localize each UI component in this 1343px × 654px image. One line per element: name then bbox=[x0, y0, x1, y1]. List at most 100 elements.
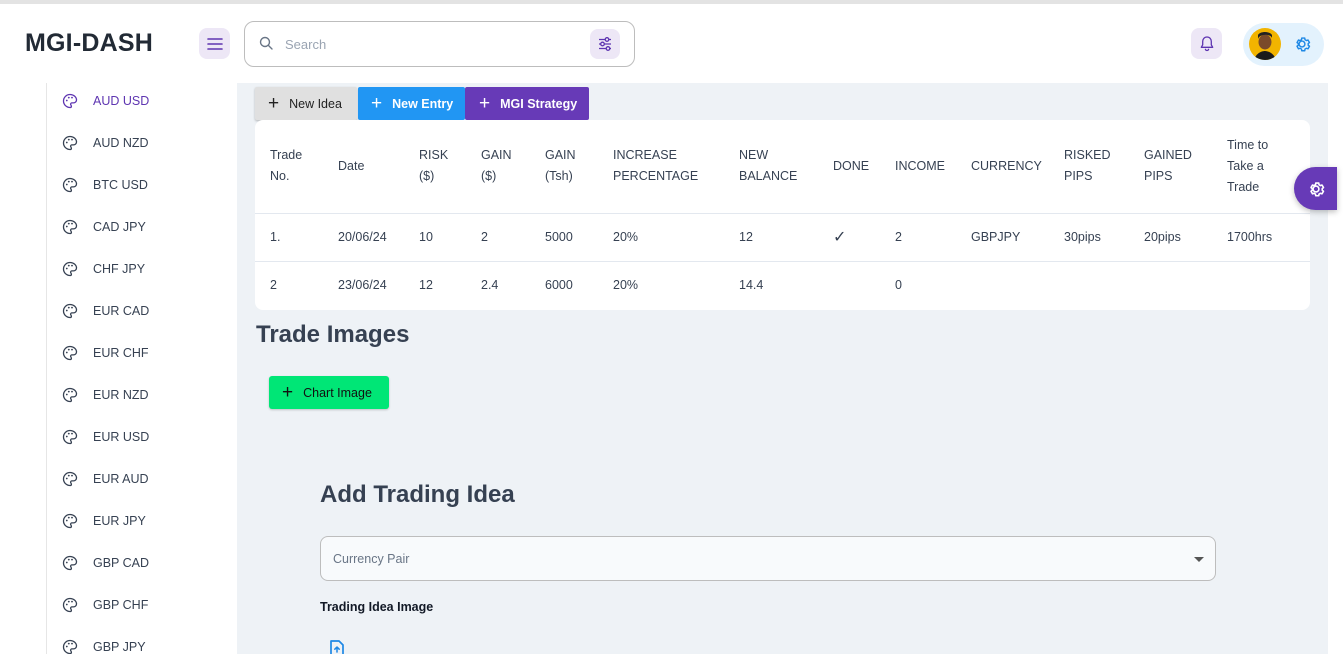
column-header-text: INCOME bbox=[895, 158, 945, 173]
column-header[interactable]: GAIN ($) bbox=[466, 120, 530, 214]
column-header-text: Date bbox=[338, 158, 365, 173]
table-cell: 2 bbox=[270, 278, 277, 293]
column-header-text: RISK bbox=[419, 148, 449, 163]
file-upload-icon[interactable] bbox=[329, 640, 347, 654]
sidebar-item-label: EUR CHF bbox=[93, 346, 149, 360]
mgi-strategy-button[interactable]: + MGI Strategy bbox=[465, 87, 589, 120]
gear-icon bbox=[1309, 181, 1324, 197]
palette-icon bbox=[62, 387, 78, 403]
table-cell: 20% bbox=[613, 278, 639, 293]
column-header[interactable]: RISKED PIPS bbox=[1049, 120, 1129, 214]
column-header-text: ($) bbox=[419, 169, 435, 184]
column-header[interactable]: INCREASE PERCENTAGE bbox=[598, 120, 724, 214]
new-entry-button[interactable]: + New Entry bbox=[358, 87, 465, 120]
column-header[interactable]: Trade No. bbox=[255, 120, 323, 214]
table-cell: 14.4 bbox=[739, 278, 764, 293]
column-header[interactable]: GAIN (Tsh) bbox=[530, 120, 598, 214]
sidebar-item-eur-nzd[interactable]: EUR NZD bbox=[62, 381, 149, 409]
search-icon bbox=[259, 36, 273, 50]
sidebar-item-aud-nzd[interactable]: AUD NZD bbox=[62, 129, 149, 157]
sidebar-item-eur-jpy[interactable]: EUR JPY bbox=[62, 507, 146, 535]
settings-fab[interactable] bbox=[1294, 167, 1337, 210]
sidebar-item-eur-aud[interactable]: EUR AUD bbox=[62, 465, 149, 493]
profile-menu[interactable] bbox=[1243, 23, 1324, 66]
table-cell: 1. bbox=[255, 213, 323, 262]
palette-icon bbox=[62, 471, 78, 487]
sidebar-item-label: EUR CAD bbox=[93, 304, 150, 318]
sidebar-item-gbp-jpy[interactable]: GBP JPY bbox=[62, 633, 146, 654]
currency-pair-select[interactable]: Currency Pair bbox=[320, 536, 1216, 581]
column-header[interactable]: RISK ($) bbox=[404, 120, 466, 214]
column-header[interactable]: Time to Take a Trade bbox=[1212, 120, 1310, 214]
chart-image-button[interactable]: + Chart Image bbox=[269, 376, 389, 409]
column-header[interactable]: Date bbox=[323, 120, 404, 214]
sidebar-item-chf-jpy[interactable]: CHF JPY bbox=[62, 255, 145, 283]
chart-image-label: Chart Image bbox=[303, 385, 372, 400]
palette-icon bbox=[62, 93, 78, 109]
table-cell: 0 bbox=[895, 278, 902, 293]
palette-icon bbox=[62, 261, 78, 277]
column-header-text: No. bbox=[270, 169, 290, 184]
column-header[interactable]: DONE bbox=[818, 120, 880, 214]
sliders-icon bbox=[599, 37, 611, 51]
chevron-down-icon bbox=[1194, 557, 1204, 562]
menu-toggle-button[interactable] bbox=[199, 28, 230, 59]
hamburger-icon bbox=[206, 37, 223, 50]
table-cell: 30pips bbox=[1049, 213, 1129, 262]
table-cell bbox=[1129, 261, 1212, 309]
plus-icon: + bbox=[268, 93, 280, 114]
sidebar-item-label: EUR AUD bbox=[93, 472, 149, 486]
avatar[interactable] bbox=[1249, 28, 1281, 60]
sidebar-item-cad-jpy[interactable]: CAD JPY bbox=[62, 213, 146, 241]
search-input[interactable]: Search bbox=[285, 37, 326, 52]
table-cell bbox=[818, 261, 880, 309]
column-header[interactable]: GAINED PIPS bbox=[1129, 120, 1212, 214]
column-header-text: DONE bbox=[833, 158, 870, 173]
currency-pair-placeholder: Currency Pair bbox=[333, 552, 410, 566]
column-header-text: GAIN bbox=[545, 148, 576, 163]
column-header-text: RISKED bbox=[1064, 148, 1111, 163]
new-idea-button[interactable]: + New Idea bbox=[255, 87, 357, 120]
table-header-row: Trade No. Date RISK ($) GAIN ($) GAIN (Tsh) INCRE… bbox=[255, 120, 1310, 214]
brand-logo[interactable]: MGI-DASH bbox=[25, 29, 153, 58]
column-header-text: PIPS bbox=[1144, 169, 1173, 184]
search-filter-button[interactable] bbox=[590, 29, 620, 59]
mgi-strategy-label: MGI Strategy bbox=[500, 96, 578, 111]
sidebar-item-gbp-chf[interactable]: GBP CHF bbox=[62, 591, 148, 619]
table-cell: ✓ bbox=[818, 213, 880, 262]
sidebar-rail bbox=[46, 83, 47, 654]
palette-icon bbox=[62, 303, 78, 319]
table-cell: 2 bbox=[880, 213, 956, 262]
column-header[interactable]: NEW BALANCE bbox=[724, 120, 818, 214]
table-cell: 12 bbox=[724, 213, 818, 262]
table-row[interactable]: 2 23/06/24 12 2.4 6000 20% 14.4 0 bbox=[255, 261, 1310, 309]
sidebar-item-eur-chf[interactable]: EUR CHF bbox=[62, 339, 149, 367]
sidebar-item-eur-cad[interactable]: EUR CAD bbox=[62, 297, 149, 325]
palette-icon bbox=[62, 429, 78, 445]
palette-icon bbox=[62, 177, 78, 193]
column-header-text: NEW bbox=[739, 148, 769, 163]
column-header-text: ($) bbox=[481, 169, 497, 184]
table-cell: 2.4 bbox=[481, 278, 499, 293]
settings-icon[interactable] bbox=[1292, 34, 1312, 54]
trades-table: Trade No. Date RISK ($) GAIN ($) GAIN (Tsh) INCRE… bbox=[255, 120, 1310, 309]
notifications-button[interactable] bbox=[1191, 28, 1222, 59]
sidebar-item-btc-usd[interactable]: BTC USD bbox=[62, 171, 148, 199]
sidebar-item-gbp-cad[interactable]: GBP CAD bbox=[62, 549, 149, 577]
palette-icon bbox=[62, 135, 78, 151]
table-row[interactable]: 1. 20/06/24 10 2 5000 20% 12 ✓ 2 GBPJPY 30pips 20pi… bbox=[255, 213, 1310, 262]
table-cell: 20/06/24 bbox=[323, 213, 404, 262]
sidebar-item-label: GBP JPY bbox=[93, 640, 146, 654]
table-cell: GBPJPY bbox=[956, 213, 1049, 262]
sidebar-item-eur-usd[interactable]: EUR USD bbox=[62, 423, 149, 451]
column-header[interactable]: CURRENCY bbox=[956, 120, 1049, 214]
user-avatar-icon bbox=[1254, 32, 1276, 60]
sidebar-item-label: EUR USD bbox=[93, 430, 150, 444]
trades-table-card: Trade No. Date RISK ($) GAIN ($) GAIN (Tsh) INCRE… bbox=[255, 120, 1310, 310]
table-cell bbox=[1049, 261, 1129, 309]
column-header[interactable]: INCOME bbox=[880, 120, 956, 214]
sidebar-item-label: CAD JPY bbox=[93, 220, 146, 234]
search-bar[interactable]: Search bbox=[244, 21, 635, 67]
plus-icon: + bbox=[282, 382, 294, 403]
sidebar-item-aud-usd[interactable]: AUD USD bbox=[62, 87, 149, 115]
